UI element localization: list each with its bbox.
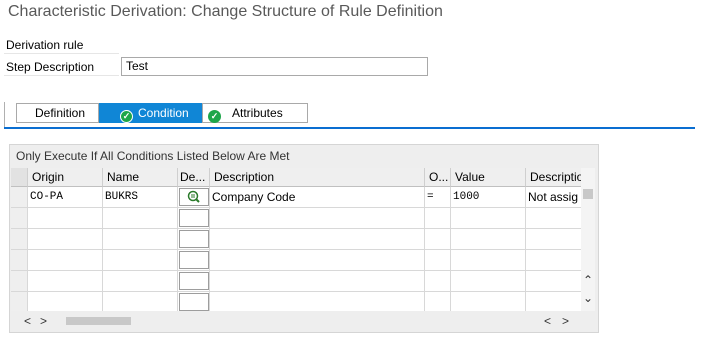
row-selector[interactable] [11, 250, 28, 271]
description-cell [210, 292, 425, 311]
name-cell[interactable] [103, 229, 178, 250]
details-button[interactable] [179, 251, 209, 269]
tab-underline [4, 127, 695, 129]
details-button[interactable] [179, 188, 209, 206]
row-selector[interactable] [11, 208, 28, 229]
tab-condition-label: Condition [138, 106, 189, 120]
value-cell[interactable] [451, 292, 526, 311]
window-title: Characteristic Derivation: Change Struct… [8, 3, 443, 20]
tab-attributes[interactable]: ✓ Attributes [202, 103, 308, 123]
scroll-right-arrow-icon[interactable]: > [40, 315, 47, 327]
origin-cell[interactable] [28, 292, 103, 311]
details-cell [178, 271, 210, 292]
name-cell[interactable] [103, 250, 178, 271]
tab-strip-edge [4, 102, 5, 127]
horizontal-scroll-thumb[interactable] [66, 317, 131, 325]
value-cell[interactable] [451, 229, 526, 250]
scroll-left-arrow-icon[interactable]: < [544, 315, 551, 327]
scroll-left-arrow-icon[interactable]: < [24, 315, 31, 327]
vertical-scrollbar[interactable]: ⌃ ⌄ [581, 168, 595, 311]
value-description-cell [526, 229, 581, 250]
details-button[interactable] [179, 272, 209, 290]
details-cell [178, 208, 210, 229]
tab-definition-label: Definition [35, 106, 86, 120]
details-icon [187, 190, 200, 203]
horizontal-scrollbar[interactable]: < > < > [11, 313, 595, 329]
details-button[interactable] [179, 293, 209, 311]
column-header-origin[interactable]: Origin [28, 168, 103, 187]
operator-cell[interactable] [425, 250, 451, 271]
operator-cell[interactable]: = [425, 187, 451, 208]
description-cell [210, 208, 425, 229]
vertical-scroll-thumb[interactable] [583, 189, 593, 199]
row-selector[interactable] [11, 187, 28, 208]
origin-cell[interactable] [28, 271, 103, 292]
operator-cell[interactable] [425, 229, 451, 250]
operator-cell[interactable] [425, 292, 451, 311]
check-circle-icon: ✓ [120, 110, 133, 123]
description-cell [210, 271, 425, 292]
details-button[interactable] [179, 209, 209, 227]
step-description-field[interactable]: Test [121, 57, 428, 76]
value-cell[interactable] [451, 208, 526, 229]
tab-attributes-label: Attributes [232, 106, 283, 120]
value-description-cell [526, 271, 581, 292]
value-description-cell [526, 208, 581, 229]
check-circle-icon: ✓ [208, 110, 221, 123]
value-description-cell [526, 250, 581, 271]
column-header-operator[interactable]: O... [425, 168, 451, 187]
details-cell [178, 187, 210, 208]
details-cell [178, 292, 210, 311]
scroll-right-arrow-icon[interactable]: > [562, 315, 569, 327]
step-description-label: Step Description [4, 59, 119, 76]
value-cell[interactable] [451, 250, 526, 271]
column-header-description[interactable]: Description [210, 168, 425, 187]
derivation-rule-label: Derivation rule [4, 37, 119, 54]
details-cell [178, 250, 210, 271]
name-cell[interactable] [103, 271, 178, 292]
scroll-down-arrow-icon[interactable]: ⌄ [583, 292, 593, 304]
origin-cell[interactable]: CO-PA [28, 187, 103, 208]
value-cell[interactable] [451, 271, 526, 292]
row-selector[interactable] [11, 271, 28, 292]
name-cell[interactable] [103, 208, 178, 229]
description-cell [210, 229, 425, 250]
value-description-cell [526, 292, 581, 311]
details-cell [178, 229, 210, 250]
operator-cell[interactable] [425, 271, 451, 292]
operator-cell[interactable] [425, 208, 451, 229]
column-header-name[interactable]: Name [103, 168, 178, 187]
description-cell: Company Code [210, 187, 425, 208]
value-cell[interactable]: 1000 [451, 187, 526, 208]
origin-cell[interactable] [28, 229, 103, 250]
scroll-up-arrow-icon[interactable]: ⌃ [583, 274, 593, 286]
description-cell [210, 250, 425, 271]
row-selector[interactable] [11, 229, 28, 250]
tab-condition[interactable]: ✓ Condition [99, 103, 202, 123]
column-header-details[interactable]: De... [178, 168, 210, 187]
column-header-value[interactable]: Value [451, 168, 526, 187]
conditions-table: Origin Name De... Description O... Value… [11, 168, 581, 311]
row-selector-header[interactable] [11, 168, 28, 187]
name-cell[interactable] [103, 292, 178, 311]
name-cell[interactable]: BUKRS [103, 187, 178, 208]
origin-cell[interactable] [28, 250, 103, 271]
details-button[interactable] [179, 230, 209, 248]
value-description-cell: Not assig [526, 187, 581, 208]
conditions-title: Only Execute If All Conditions Listed Be… [16, 149, 290, 163]
origin-cell[interactable] [28, 208, 103, 229]
tab-definition[interactable]: Definition [16, 103, 99, 123]
row-selector[interactable] [11, 292, 28, 311]
column-header-value-description[interactable]: Descriptio [526, 168, 581, 187]
